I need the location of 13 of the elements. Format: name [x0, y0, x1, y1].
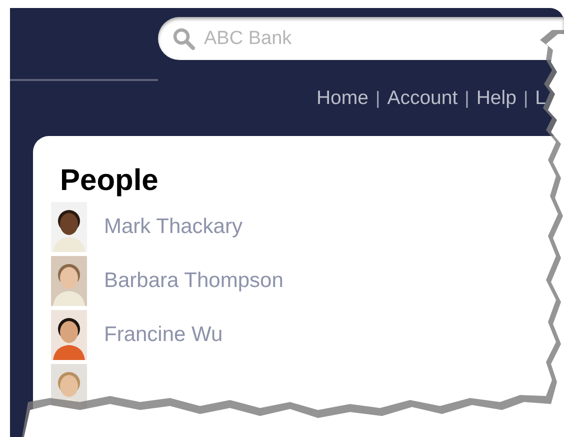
avatar — [51, 310, 87, 360]
nav-link[interactable]: Home — [316, 86, 368, 110]
avatar — [51, 202, 87, 252]
nav-link[interactable]: Help — [476, 86, 516, 110]
nav-separator: | — [464, 88, 470, 108]
nav-separator: | — [376, 88, 380, 108]
search-field[interactable]: ABC Bank — [158, 17, 564, 60]
avatar — [51, 256, 87, 306]
section-heading: People — [60, 164, 158, 198]
nav-separator: | — [523, 88, 528, 108]
search-icon — [172, 27, 196, 51]
nav-link[interactable]: Account — [387, 86, 458, 110]
nav-link[interactable]: L — [535, 86, 546, 110]
